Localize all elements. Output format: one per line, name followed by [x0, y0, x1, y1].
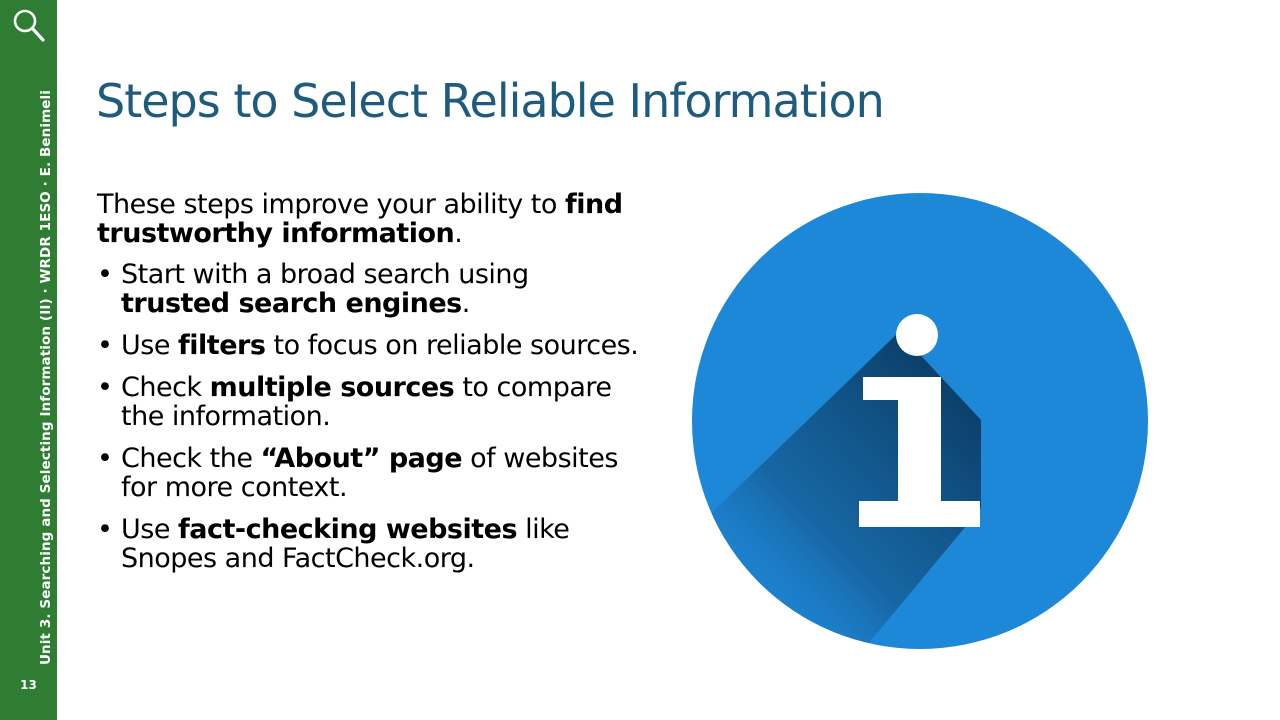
- bullet-text: Start with a broad search using: [121, 259, 529, 290]
- bullet-glyph: •: [97, 330, 113, 361]
- bullet-glyph: •: [97, 443, 113, 474]
- list-item: • Check multiple sources to compare the i…: [97, 373, 642, 431]
- bullet-glyph: •: [97, 372, 113, 403]
- slide-body: These steps improve your ability to find…: [97, 190, 642, 586]
- bullet-text-end: .: [461, 288, 471, 319]
- bullet-bold: multiple sources: [209, 372, 455, 403]
- bullet-text: Use: [121, 330, 179, 361]
- bullet-bold: filters: [178, 330, 266, 361]
- list-item: • Use filters to focus on reliable source…: [97, 331, 642, 360]
- bullet-text-end: to focus on reliable sources.: [265, 330, 639, 361]
- intro-end: .: [454, 218, 463, 249]
- info-dot: [896, 314, 938, 356]
- bullet-bold: trusted search engines: [121, 288, 462, 319]
- bullet-bold: fact-checking websites: [178, 514, 518, 545]
- sidebar-course-label: Unit 3. Searching and Selecting Informat…: [38, 90, 54, 665]
- list-item: • Start with a broad search using trusted…: [97, 260, 642, 318]
- intro-paragraph: These steps improve your ability to find…: [97, 190, 642, 248]
- page-number: 13: [20, 678, 37, 692]
- bullet-text: Check the: [121, 443, 261, 474]
- bullet-text: Check: [121, 372, 210, 403]
- bullet-bold: “About” page: [260, 443, 463, 474]
- sidebar: Unit 3. Searching and Selecting Informat…: [0, 0, 57, 720]
- search-icon: [13, 9, 45, 42]
- list-item: • Use fact-checking websites like Snopes …: [97, 515, 642, 573]
- bullet-glyph: •: [97, 514, 113, 545]
- slide-title: Steps to Select Reliable Information: [96, 74, 885, 128]
- bullet-text: Use: [121, 514, 179, 545]
- intro-text: These steps improve your ability to: [97, 189, 565, 220]
- list-item: • Check the “About” page of websites for …: [97, 444, 642, 502]
- bullet-list: • Start with a broad search using trusted…: [97, 260, 642, 573]
- info-icon: [692, 193, 1148, 649]
- bullet-glyph: •: [97, 259, 113, 290]
